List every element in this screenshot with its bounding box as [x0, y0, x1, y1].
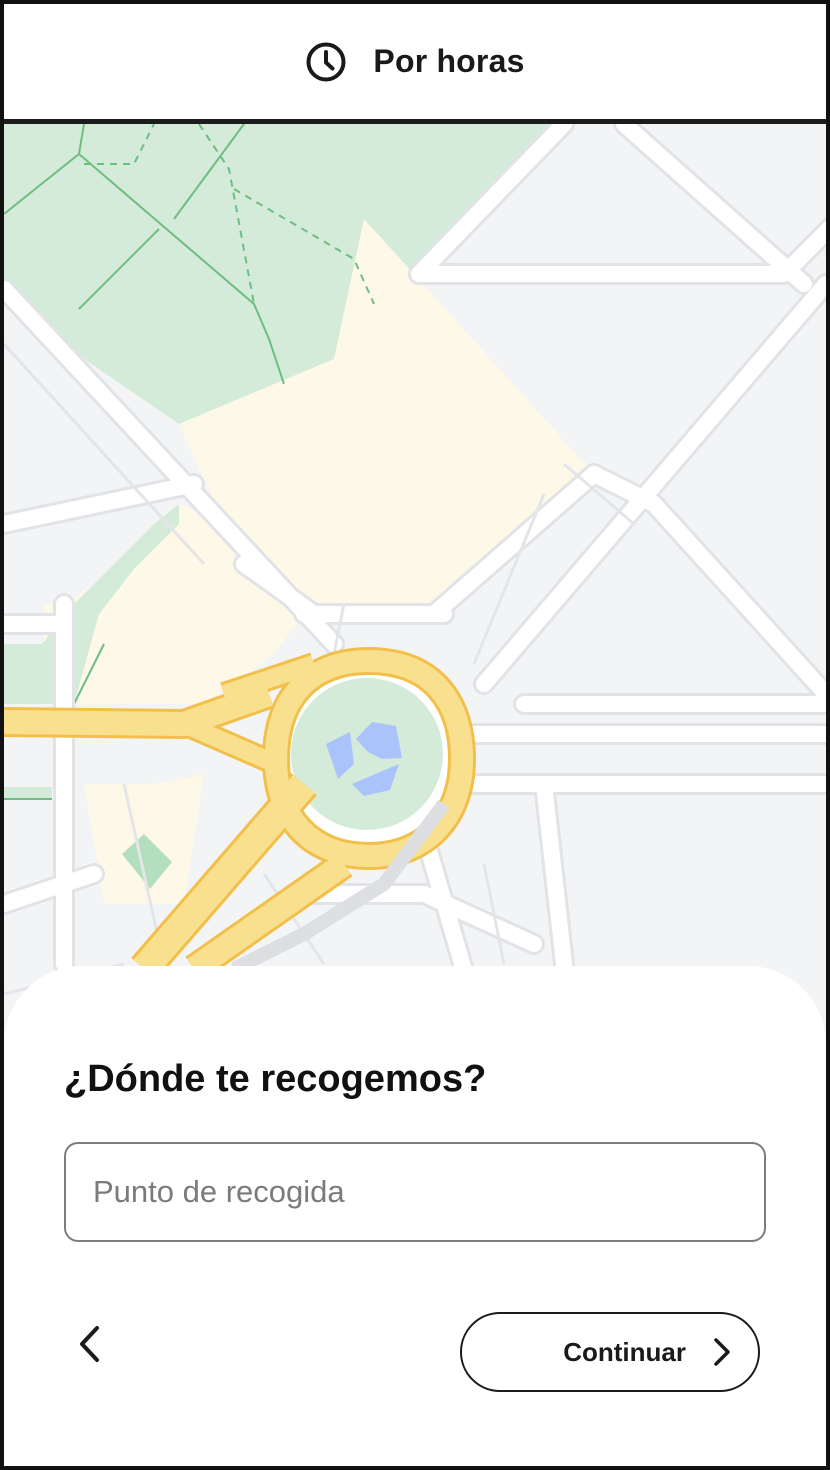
clock-icon	[306, 42, 346, 81]
back-button[interactable]	[62, 1316, 118, 1372]
header: Por horas	[4, 4, 826, 124]
map-view[interactable]	[4, 124, 826, 1004]
chevron-right-icon	[714, 1338, 730, 1366]
pickup-point-input[interactable]	[64, 1142, 766, 1242]
app-screen: Por horas ¿Dónde te recogemos? Punto de …	[0, 0, 830, 1470]
page-title: Por horas	[373, 43, 525, 79]
continue-button-label: Continuar	[563, 1336, 686, 1367]
pickup-question: ¿Dónde te recogemos?	[64, 1058, 487, 1100]
pickup-sheet: ¿Dónde te recogemos? Continuar	[4, 966, 826, 1466]
continue-button[interactable]: Continuar	[460, 1312, 760, 1392]
chevron-left-icon	[80, 1326, 99, 1362]
map-canvas	[4, 124, 826, 1004]
